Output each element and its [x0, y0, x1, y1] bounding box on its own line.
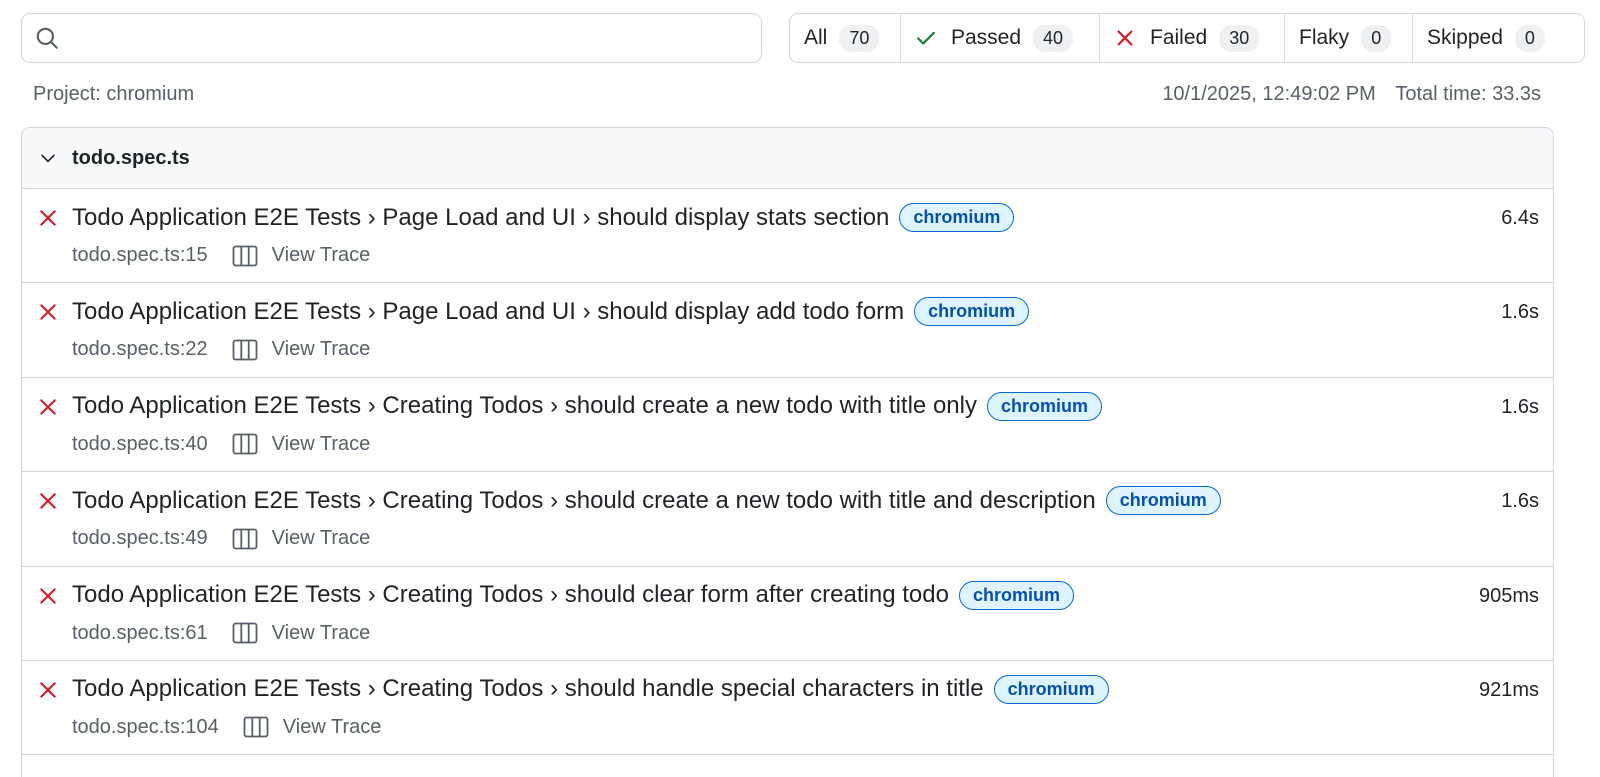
status-filters: All 70 Passed 40 Failed 30 Flaky 0 Skipp…	[789, 13, 1585, 63]
project-tag[interactable]: chromium	[986, 391, 1102, 421]
filter-failed[interactable]: Failed 30	[1100, 14, 1285, 62]
test-location: todo.spec.ts:40	[72, 432, 208, 455]
test-row[interactable]: Todo Application E2E Tests › Page Load a…	[22, 189, 1553, 284]
test-row[interactable]: Todo Application E2E Tests › Creating To…	[22, 378, 1553, 473]
trace-icon[interactable]	[232, 245, 258, 267]
filter-flaky-count: 0	[1361, 24, 1392, 52]
filter-failed-label: Failed	[1150, 26, 1208, 49]
project-label: Project: chromium	[33, 83, 195, 105]
filter-all-count: 70	[839, 24, 880, 52]
test-location: todo.spec.ts:22	[72, 338, 208, 361]
test-duration: 1.6s	[1501, 395, 1539, 418]
view-trace-link[interactable]: View Trace	[272, 622, 371, 645]
project-tag[interactable]: chromium	[1105, 486, 1221, 516]
view-trace-link[interactable]: View Trace	[272, 527, 371, 550]
failed-x-icon	[40, 399, 56, 415]
check-icon	[915, 27, 937, 49]
failed-x-icon	[40, 210, 56, 226]
test-subline: todo.spec.ts:61 View Trace	[72, 622, 370, 645]
filter-skipped-label: Skipped	[1427, 26, 1503, 49]
test-title[interactable]: Todo Application E2E Tests › Page Load a…	[72, 204, 889, 232]
test-title-line[interactable]: Todo Application E2E Tests › Creating To…	[72, 486, 1221, 516]
test-duration: 905ms	[1478, 584, 1539, 607]
test-title[interactable]: Todo Application E2E Tests › Page Load a…	[72, 298, 904, 326]
trace-icon[interactable]	[232, 622, 258, 644]
search-input[interactable]	[70, 14, 761, 62]
test-title-line[interactable]: Todo Application E2E Tests › Page Load a…	[72, 203, 1015, 232]
filter-passed-count: 40	[1033, 24, 1074, 52]
project-tag[interactable]: chromium	[899, 203, 1015, 232]
test-subline: todo.spec.ts:104 View Trace	[72, 716, 381, 739]
project-tag[interactable]: chromium	[914, 297, 1030, 327]
failed-x-icon	[40, 682, 56, 698]
test-title-line[interactable]: Todo Application E2E Tests › Page Load a…	[72, 297, 1030, 327]
trace-icon[interactable]	[232, 339, 258, 361]
test-title[interactable]: Todo Application E2E Tests › Creating To…	[72, 675, 984, 703]
test-row[interactable]: Todo Application E2E Tests › Page Load a…	[22, 283, 1553, 378]
test-location: todo.spec.ts:61	[72, 621, 208, 644]
filter-all-label: All	[804, 26, 828, 49]
test-location: todo.spec.ts:15	[72, 244, 208, 266]
total-time: Total time: 33.3s	[1395, 83, 1541, 105]
trace-icon[interactable]	[232, 433, 258, 455]
report-meta-right: 10/1/2025, 12:49:02 PM Total time: 33.3s	[1148, 83, 1541, 109]
filter-passed-label: Passed	[951, 26, 1022, 49]
test-title[interactable]: Todo Application E2E Tests › Creating To…	[72, 581, 949, 609]
search-icon	[36, 27, 58, 49]
test-title[interactable]: Todo Application E2E Tests › Creating To…	[72, 392, 977, 420]
x-icon	[1114, 27, 1136, 49]
top-bar: All 70 Passed 40 Failed 30 Flaky 0 Skipp…	[21, 13, 1585, 63]
project-tag[interactable]: chromium	[958, 580, 1074, 610]
view-trace-link[interactable]: View Trace	[283, 716, 382, 739]
failed-x-icon	[40, 587, 56, 604]
test-row[interactable]: Todo Application E2E Tests › Creating To…	[22, 472, 1553, 567]
test-title-line[interactable]: Todo Application E2E Tests › Creating To…	[72, 391, 1102, 421]
test-row[interactable]: Todo Application E2E Tests › Creating To…	[22, 567, 1553, 661]
search-box[interactable]	[21, 13, 762, 63]
trace-icon[interactable]	[243, 716, 269, 738]
test-duration: 921ms	[1478, 678, 1539, 701]
test-list: Todo Application E2E Tests › Page Load a…	[22, 189, 1553, 756]
view-trace-link[interactable]: View Trace	[272, 433, 371, 456]
failed-x-icon	[40, 304, 56, 321]
test-subline: todo.spec.ts:40 View Trace	[72, 433, 370, 456]
report-timestamp: 10/1/2025, 12:49:02 PM	[1162, 83, 1376, 105]
filter-all[interactable]: All 70	[790, 14, 901, 62]
filter-passed[interactable]: Passed 40	[901, 14, 1100, 62]
trace-icon[interactable]	[232, 528, 258, 550]
test-file-panel: todo.spec.ts Todo Application E2E Tests …	[21, 127, 1554, 777]
filter-flaky[interactable]: Flaky 0	[1285, 14, 1413, 62]
filter-failed-count: 30	[1219, 24, 1260, 52]
test-duration: 6.4s	[1501, 207, 1539, 229]
chevron-down-icon	[41, 154, 55, 163]
test-duration: 1.6s	[1501, 301, 1539, 324]
test-duration: 1.6s	[1501, 490, 1539, 513]
view-trace-link[interactable]: View Trace	[272, 244, 371, 267]
test-subline: todo.spec.ts:22 View Trace	[72, 338, 370, 361]
report-meta: Project: chromium 10/1/2025, 12:49:02 PM…	[33, 83, 1541, 109]
test-location: todo.spec.ts:49	[72, 527, 208, 550]
filter-skipped[interactable]: Skipped 0	[1413, 14, 1584, 62]
test-subline: todo.spec.ts:15 View Trace	[72, 244, 370, 267]
filter-flaky-label: Flaky	[1299, 26, 1350, 49]
test-title[interactable]: Todo Application E2E Tests › Creating To…	[72, 487, 1096, 515]
filter-skipped-count: 0	[1514, 24, 1545, 52]
test-title-line[interactable]: Todo Application E2E Tests › Creating To…	[72, 674, 1109, 704]
file-group-header[interactable]: todo.spec.ts	[22, 128, 1553, 189]
file-group-name: todo.spec.ts	[72, 146, 190, 169]
test-row[interactable]: Todo Application E2E Tests › Creating To…	[22, 661, 1553, 756]
test-title-line[interactable]: Todo Application E2E Tests › Creating To…	[72, 580, 1074, 610]
test-subline: todo.spec.ts:49 View Trace	[72, 527, 370, 550]
failed-x-icon	[40, 493, 56, 509]
view-trace-link[interactable]: View Trace	[272, 338, 371, 361]
test-location: todo.spec.ts:104	[72, 715, 219, 738]
project-tag[interactable]: chromium	[993, 674, 1109, 704]
